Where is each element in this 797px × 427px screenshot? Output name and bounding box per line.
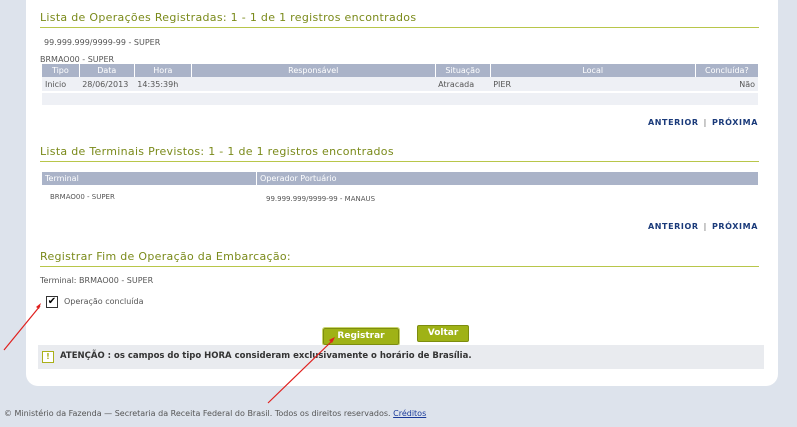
attention-text: ATENÇÃO : os campos do tipo HORA conside…	[60, 351, 472, 361]
cell-hora: 14:35:39h	[134, 77, 192, 91]
col-tipo: Tipo	[42, 64, 80, 77]
col-data: Data	[79, 64, 135, 77]
operations-row-spacer	[42, 93, 758, 105]
pager-separator: |	[703, 118, 707, 127]
check-icon: ✔	[47, 296, 57, 307]
voltar-button[interactable]: Voltar	[417, 325, 469, 342]
main-panel: Lista de Operações Registradas: 1 - 1 de…	[26, 0, 778, 386]
operations-terminal: BRMAO00 - SUPER	[40, 55, 115, 64]
cell-situacao: Atracada	[435, 77, 491, 91]
creditos-link[interactable]: Créditos	[393, 409, 426, 418]
cell-responsavel	[191, 77, 436, 91]
register-rule	[40, 266, 759, 267]
next-link[interactable]: PRÓXIMA	[712, 222, 758, 231]
col-hora: Hora	[134, 64, 192, 77]
table-row: Inicio 28/06/2013 14:35:39h Atracada PIE…	[42, 77, 758, 91]
col-terminal: Terminal	[42, 172, 257, 185]
prev-link[interactable]: ANTERIOR	[648, 118, 699, 127]
next-link[interactable]: PRÓXIMA	[712, 118, 758, 127]
cell-data: 28/06/2013	[79, 77, 135, 91]
col-operador: Operador Portuário	[256, 172, 758, 185]
register-terminal: Terminal: BRMAO00 - SUPER	[40, 276, 154, 285]
footer: © Ministério da Fazenda — Secretaria da …	[4, 409, 426, 418]
operations-table: Tipo Data Hora Responsável Situação Loca…	[42, 64, 758, 91]
warning-icon: !	[42, 351, 54, 363]
registrar-button[interactable]: Registrar	[322, 327, 400, 346]
terminals-rule	[40, 161, 759, 162]
operacao-concluida-checkbox[interactable]: ✔	[46, 296, 58, 308]
prev-link[interactable]: ANTERIOR	[648, 222, 699, 231]
terminals-table: Terminal Operador Portuário	[42, 172, 758, 185]
operations-header-row: Tipo Data Hora Responsável Situação Loca…	[42, 64, 758, 77]
col-local: Local	[490, 64, 696, 77]
terminals-pager: ANTERIOR | PRÓXIMA	[648, 222, 758, 231]
footer-text: © Ministério da Fazenda — Secretaria da …	[4, 409, 391, 418]
cell-tipo: Inicio	[42, 77, 80, 91]
cell-concluida: Não	[695, 77, 758, 91]
attention-banner: ! ATENÇÃO : os campos do tipo HORA consi…	[38, 345, 764, 369]
col-concluida: Concluída?	[695, 64, 758, 77]
cell-local: PIER	[490, 77, 696, 91]
terminals-header-row: Terminal Operador Portuário	[42, 172, 758, 185]
col-responsavel: Responsável	[191, 64, 436, 77]
operations-title: Lista de Operações Registradas: 1 - 1 de…	[40, 11, 417, 24]
checkbox-label: Operação concluída	[64, 297, 144, 306]
cell-operador: 99.999.999/9999-99 - MANAUS	[266, 195, 376, 203]
terminals-title: Lista de Terminais Previstos: 1 - 1 de 1…	[40, 145, 394, 158]
register-title: Registrar Fim de Operação da Embarcação:	[40, 250, 291, 263]
pager-separator: |	[703, 222, 707, 231]
operations-cnpj: 99.999.999/9999-99 - SUPER	[44, 38, 161, 47]
cell-terminal: BRMAO00 - SUPER	[50, 193, 115, 201]
col-situacao: Situação	[435, 64, 491, 77]
operations-rule	[40, 27, 759, 28]
operations-pager: ANTERIOR | PRÓXIMA	[648, 118, 758, 127]
